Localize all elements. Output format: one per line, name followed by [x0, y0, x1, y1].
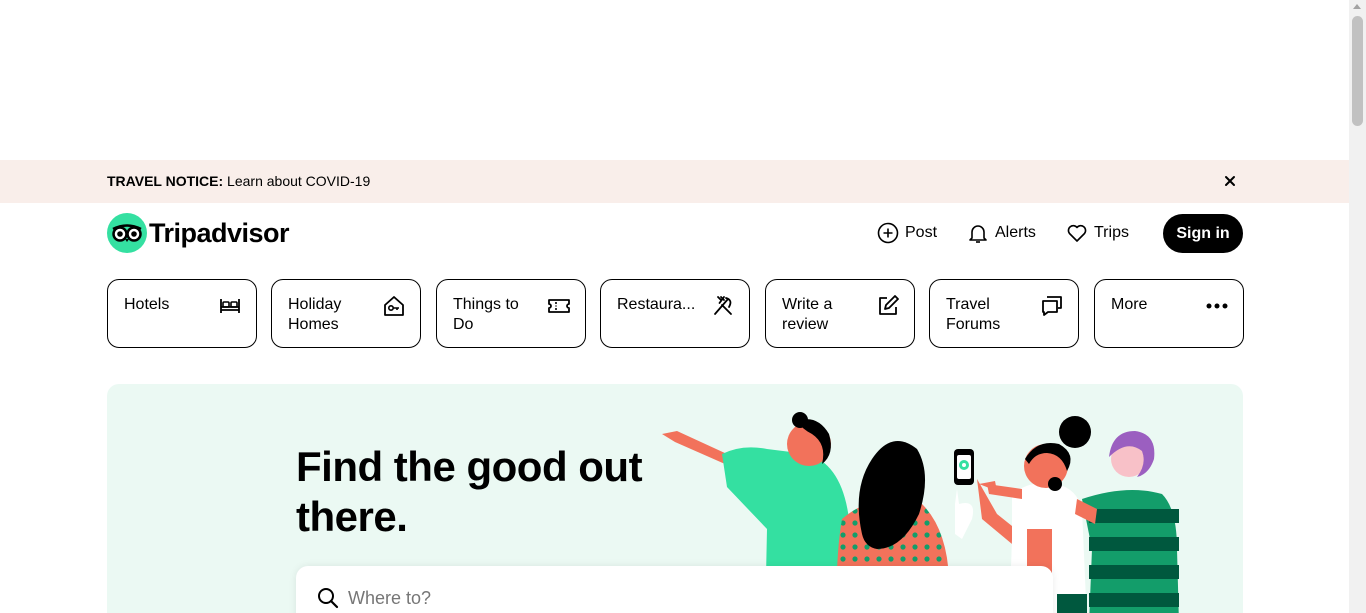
- page-scrollbar[interactable]: [1349, 0, 1366, 613]
- search-input[interactable]: [348, 584, 948, 612]
- scrollbar-thumb[interactable]: [1352, 16, 1363, 126]
- category-hotels[interactable]: Hotels: [107, 279, 257, 348]
- house-key-icon: [384, 296, 404, 316]
- bed-icon: [220, 299, 240, 313]
- tripadvisor-logo[interactable]: Tripadvisor: [107, 213, 290, 253]
- post-button[interactable]: Post: [877, 218, 937, 248]
- category-label: More: [1111, 296, 1148, 313]
- owl-logo-icon: [107, 213, 147, 253]
- category-label: Restaura...: [617, 296, 696, 313]
- ad-space: [0, 0, 1349, 160]
- category-label: Hotels: [124, 296, 170, 313]
- category-travel-forums[interactable]: Travel Forums: [929, 279, 1079, 348]
- search-box[interactable]: [296, 566, 1053, 613]
- search-icon: [318, 588, 339, 609]
- hero-banner: Find the good out there.: [107, 384, 1243, 613]
- alerts-button[interactable]: Alerts: [967, 218, 1036, 248]
- ticket-icon: [548, 299, 570, 313]
- chat-bubbles-icon: [1042, 296, 1062, 316]
- travel-notice-text[interactable]: TRAVEL NOTICE: Learn about COVID-19: [107, 173, 370, 190]
- travel-notice-title: TRAVEL NOTICE:: [107, 173, 224, 189]
- category-restaurants[interactable]: Restaura...: [600, 279, 750, 348]
- category-label: Write a review: [782, 296, 833, 333]
- category-nav: Hotels Holiday Homes Things to Do Restau…: [107, 279, 1244, 348]
- category-label: Holiday Homes: [288, 296, 342, 333]
- category-things-to-do[interactable]: Things to Do: [436, 279, 586, 348]
- hero-title: Find the good out there.: [296, 443, 643, 540]
- pencil-square-icon: [879, 295, 899, 315]
- post-label: Post: [905, 224, 938, 241]
- fork-knife-icon: [714, 296, 732, 315]
- trips-label: Trips: [1094, 224, 1129, 241]
- close-icon[interactable]: [1222, 173, 1238, 189]
- bell-icon: [969, 225, 987, 243]
- category-more[interactable]: More: [1094, 279, 1244, 348]
- trips-button[interactable]: Trips: [1066, 218, 1129, 248]
- category-label: Travel Forums: [946, 296, 1001, 333]
- heart-icon: [1067, 224, 1087, 242]
- ellipsis-icon: [1206, 303, 1228, 309]
- category-label: Things to Do: [453, 296, 519, 333]
- plus-circle-icon: [877, 222, 899, 244]
- travel-notice-bar: TRAVEL NOTICE: Learn about COVID-19: [0, 160, 1349, 203]
- scroll-up-arrow-icon[interactable]: [1353, 4, 1361, 9]
- category-holiday-homes[interactable]: Holiday Homes: [271, 279, 421, 348]
- site-header: Tripadvisor Post Alerts Trips Sign in: [0, 203, 1349, 263]
- category-write-review[interactable]: Write a review: [765, 279, 915, 348]
- alerts-label: Alerts: [995, 224, 1036, 241]
- sign-in-button[interactable]: Sign in: [1163, 214, 1243, 253]
- travel-notice-link[interactable]: Learn about COVID-19: [227, 173, 370, 189]
- logo-wordmark: Tripadvisor: [149, 217, 290, 248]
